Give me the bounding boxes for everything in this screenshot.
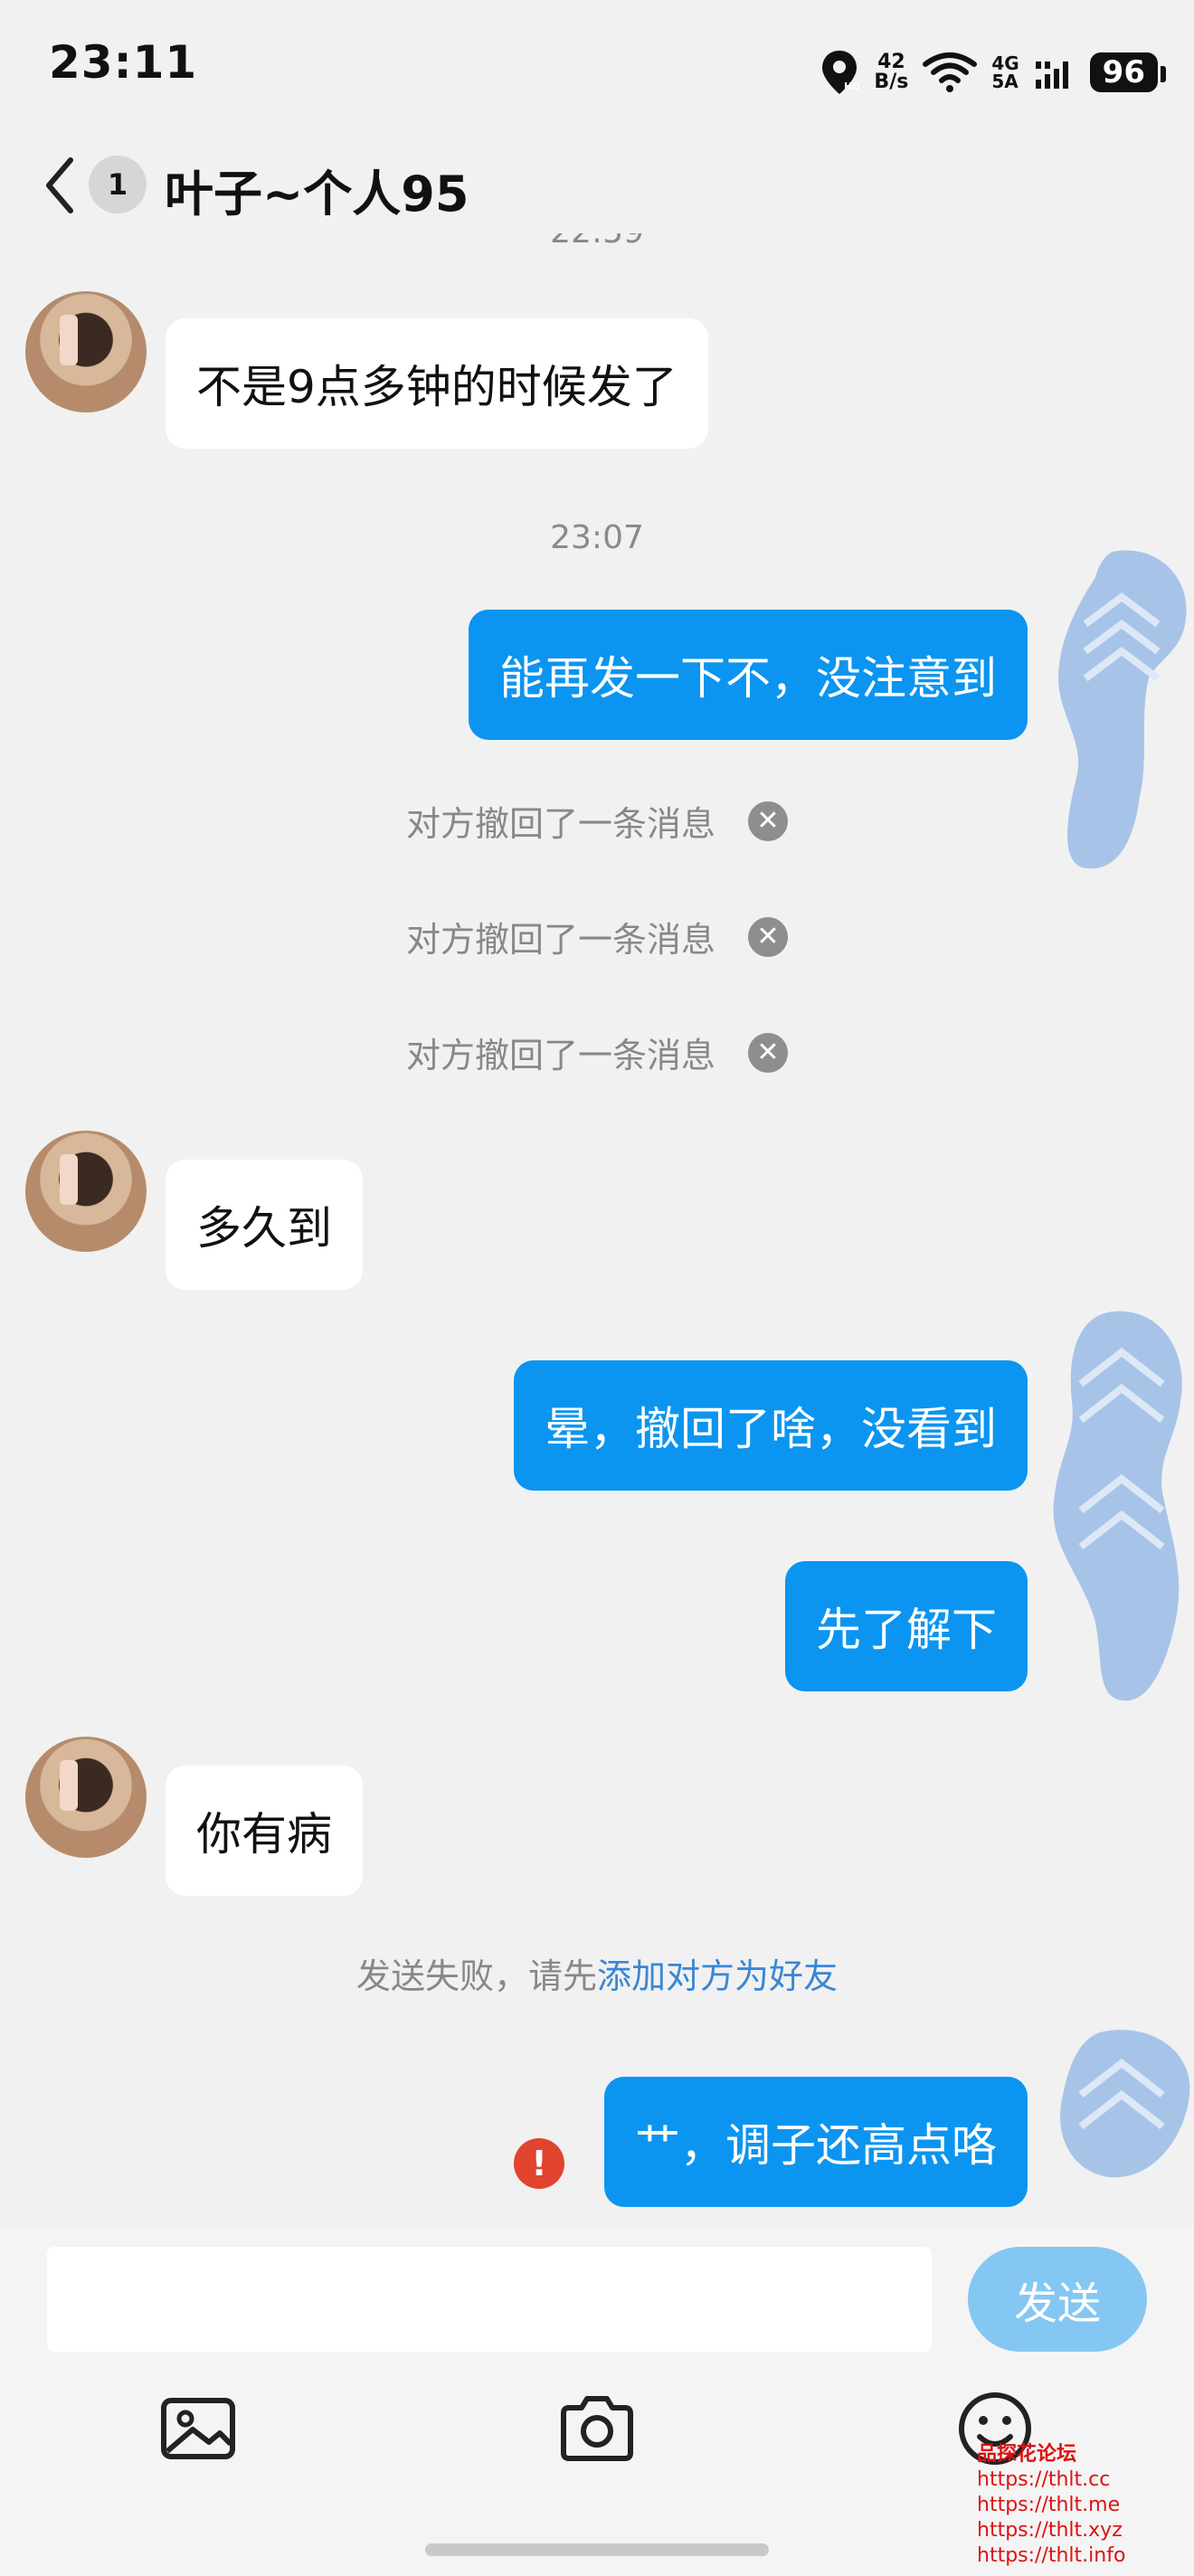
incoming-message[interactable]: 你有病: [166, 1766, 363, 1896]
add-friend-link[interactable]: 添加对方为好友: [597, 1956, 838, 1996]
recall-notice-text: 对方撤回了一条消息: [405, 804, 715, 844]
watermark-line: https://thlt.info: [977, 2544, 1126, 2567]
send-failed-text: 发送失败，请先: [355, 1956, 597, 1996]
status-icons: HD 42 B/s 4G 5A 96: [820, 45, 1167, 99]
network-line-1: 4G: [991, 52, 1019, 74]
recall-notice: 对方撤回了一条消息 ✕: [0, 1028, 1194, 1077]
net-speed-value: 42: [877, 51, 905, 73]
forum-watermark: 品探花论坛 https://thlt.cc https://thlt.me ht…: [977, 2442, 1125, 2569]
image-icon[interactable]: [158, 2388, 240, 2469]
network-type: 4G 5A: [991, 54, 1019, 90]
scribble-avatar-cover: [1053, 1311, 1182, 1701]
dismiss-icon[interactable]: ✕: [748, 800, 788, 841]
svg-text:HD: HD: [844, 80, 859, 92]
dismiss-icon[interactable]: ✕: [748, 916, 788, 957]
watermark-line: https://thlt.cc: [977, 2468, 1111, 2491]
back-arrow-icon[interactable]: [36, 149, 90, 222]
battery-indicator: 96: [1089, 52, 1167, 92]
net-speed-unit: B/s: [874, 71, 909, 93]
message-input[interactable]: [47, 2247, 932, 2352]
outgoing-message[interactable]: 先了解下: [785, 1561, 1028, 1691]
recall-notice-text: 对方撤回了一条消息: [405, 920, 715, 960]
watermark-line: https://thlt.xyz: [977, 2519, 1123, 2542]
contact-avatar[interactable]: [25, 1737, 147, 1858]
contact-avatar[interactable]: [25, 291, 147, 412]
camera-icon[interactable]: [556, 2388, 638, 2469]
timestamp-partial: 22:59: [0, 233, 1194, 264]
incoming-message[interactable]: 不是9点多钟的时候发了: [166, 318, 708, 449]
contact-avatar[interactable]: [25, 1131, 147, 1252]
send-error-icon[interactable]: !: [514, 2138, 564, 2189]
outgoing-message[interactable]: 艹，调子还高点咯: [604, 2077, 1028, 2207]
net-speed: 42 B/s: [874, 52, 908, 92]
chat-title: 叶子~个人95: [165, 166, 469, 223]
location-hd-icon: HD: [822, 51, 859, 94]
recall-notice-text: 对方撤回了一条消息: [405, 1036, 715, 1075]
send-button[interactable]: 发送: [968, 2247, 1147, 2352]
dismiss-icon[interactable]: ✕: [748, 1032, 788, 1073]
send-failed-notice: 发送失败，请先添加对方为好友: [0, 1948, 1194, 1998]
signal-icon: [1035, 62, 1068, 89]
scribble-avatar-cover: [1060, 2030, 1190, 2178]
watermark-line: 品探花论坛: [977, 2443, 1077, 2466]
home-indicator[interactable]: [425, 2543, 769, 2556]
watermark-line: https://thlt.me: [977, 2494, 1121, 2516]
incoming-message[interactable]: 多久到: [166, 1160, 363, 1290]
timestamp: 23:07: [550, 519, 644, 556]
outgoing-message[interactable]: 晕，撤回了啥，没看到: [514, 1360, 1028, 1491]
status-time: 23:11: [49, 36, 198, 89]
recall-notice: 对方撤回了一条消息 ✕: [0, 796, 1194, 846]
wifi-icon: [923, 52, 978, 92]
outgoing-message[interactable]: 能再发一下不，没注意到: [469, 610, 1028, 740]
network-line-2: 5A: [991, 71, 1019, 92]
recall-notice: 对方撤回了一条消息 ✕: [0, 912, 1194, 961]
timestamp-partial-text: 22:59: [550, 233, 644, 251]
unread-count-badge: 1: [89, 156, 147, 213]
